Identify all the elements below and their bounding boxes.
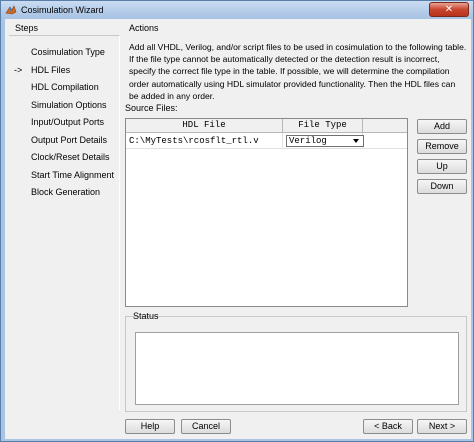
step-label: Cosimulation Type <box>31 47 105 57</box>
window-title: Cosimulation Wizard <box>21 5 104 15</box>
step-item: Block Generation <box>9 184 120 202</box>
column-header-file-type[interactable]: File Type <box>283 119 363 132</box>
file-type-select[interactable]: Verilog <box>286 135 364 147</box>
steps-list: Cosimulation Type -> HDL Files HDL Compilat… <box>9 44 120 202</box>
step-label: Input/Output Ports <box>31 117 105 127</box>
wizard-client-area: Steps Cosimulation Type -> HDL Files HDL Co… <box>5 19 471 439</box>
wizard-window: Cosimulation Wizard ✕ Steps Cosimulation… <box>0 0 474 442</box>
source-files-table[interactable]: HDL File File Type C:\MyTests\rcosflt_rt… <box>125 118 408 307</box>
hdl-file-cell[interactable]: C:\MyTests\rcosflt_rtl.v <box>126 133 283 149</box>
step-label: Simulation Options <box>31 99 107 110</box>
step-item: Start Time Alignment <box>9 167 120 185</box>
down-button[interactable]: Down <box>417 179 467 194</box>
step-item: -> HDL Files <box>9 62 120 80</box>
step-label: HDL Files <box>31 64 71 75</box>
step-item: HDL Compilation <box>9 79 120 97</box>
step-label: Start Time Alignment <box>31 169 115 180</box>
file-type-cell: Verilog <box>283 133 364 149</box>
step-label: Block Generation <box>31 187 101 197</box>
matlab-app-icon <box>5 4 17 16</box>
close-icon: ✕ <box>444 4 454 15</box>
column-header-hdl-file[interactable]: HDL File <box>126 119 283 132</box>
chevron-down-icon <box>353 139 359 143</box>
cancel-button[interactable]: Cancel <box>181 419 231 434</box>
actions-label: Actions <box>129 23 159 33</box>
step-item: Input/Output Ports <box>9 114 120 132</box>
steps-label: Steps <box>15 23 39 33</box>
step-label: Clock/Reset Details <box>31 152 110 162</box>
table-row[interactable]: C:\MyTests\rcosflt_rtl.v Verilog <box>126 133 407 149</box>
step-label: Output Port Details <box>31 134 108 145</box>
back-button[interactable]: < Back <box>363 419 413 434</box>
title-bar[interactable]: Cosimulation Wizard ✕ <box>1 1 473 19</box>
column-header-blank <box>363 119 407 132</box>
step-item: Clock/Reset Details <box>9 149 120 167</box>
remove-button[interactable]: Remove <box>417 139 467 154</box>
status-label: Status <box>133 311 159 321</box>
steps-panel: Cosimulation Type -> HDL Files HDL Compilat… <box>9 35 120 410</box>
step-item: Cosimulation Type <box>9 44 120 62</box>
up-button[interactable]: Up <box>417 159 467 174</box>
table-header: HDL File File Type <box>126 119 407 133</box>
file-type-value: Verilog <box>289 136 327 146</box>
add-button[interactable]: Add <box>417 119 467 134</box>
next-button[interactable]: Next > <box>417 419 467 434</box>
blank-cell <box>363 133 407 149</box>
step-label: HDL Compilation <box>31 82 99 92</box>
close-button[interactable]: ✕ <box>429 2 469 17</box>
source-files-label: Source Files: <box>125 103 178 113</box>
help-button[interactable]: Help <box>125 419 175 434</box>
step-item: Simulation Options <box>9 97 120 115</box>
current-step-marker: -> <box>14 64 23 75</box>
step-item: Output Port Details <box>9 132 120 150</box>
actions-description: Add all VHDL, Verilog, and/or script fil… <box>129 42 467 101</box>
status-text-area[interactable] <box>135 332 459 405</box>
